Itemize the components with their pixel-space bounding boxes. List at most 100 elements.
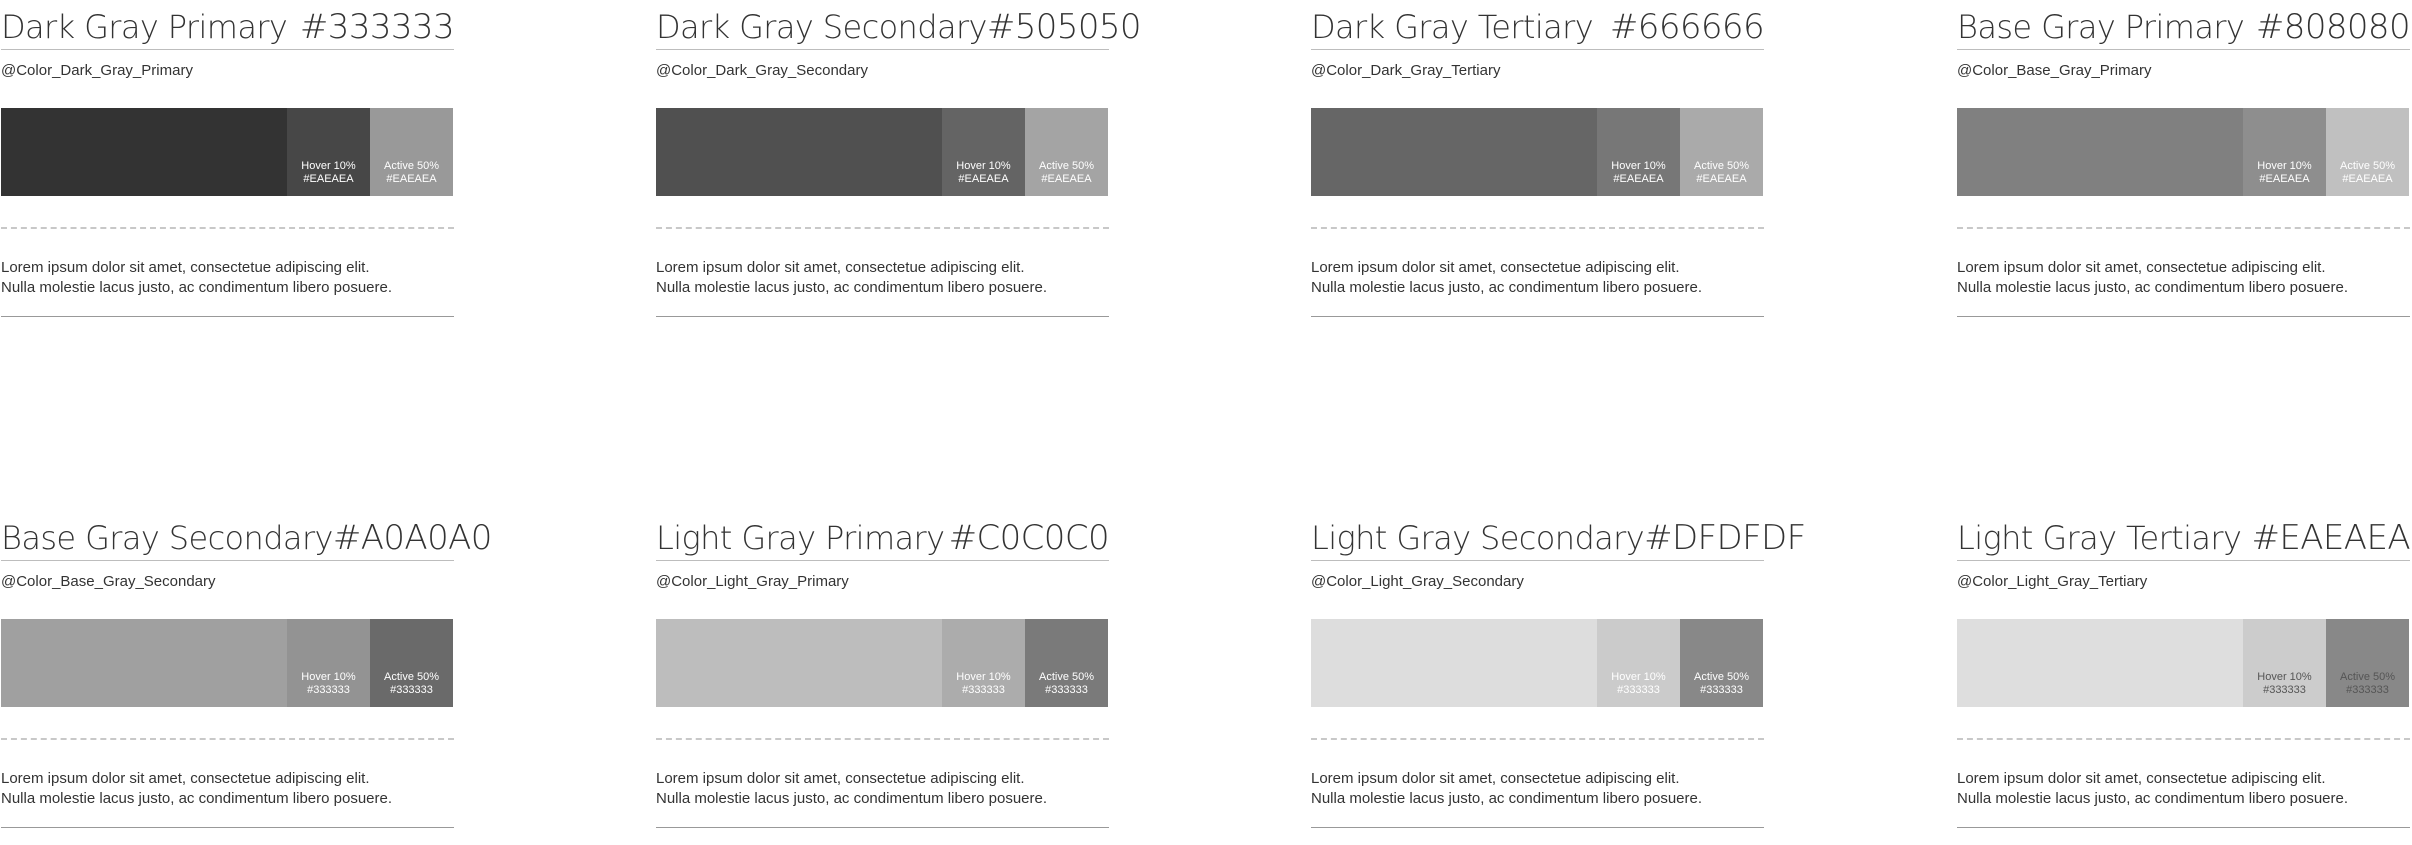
color-variable: @Color_Light_Gray_Primary bbox=[656, 573, 849, 590]
color-variable: @Color_Dark_Gray_Secondary bbox=[656, 62, 868, 79]
color-card: Base Gray Primary #808080 @Color_Base_Gr… bbox=[1957, 0, 2411, 317]
description-text: Lorem ipsum dolor sit amet, consectetue … bbox=[1957, 770, 2349, 807]
dashed-divider bbox=[1, 227, 454, 229]
color-name: Dark Gray Secondary bbox=[656, 8, 987, 46]
hover-swatch: Hover 10% #EAEAEA bbox=[2243, 108, 2326, 196]
dashed-divider bbox=[1311, 738, 1764, 740]
description-text: Lorem ipsum dolor sit amet, consectetue … bbox=[1, 259, 393, 296]
bottom-rule bbox=[1957, 827, 2410, 828]
card-header: Light Gray Secondary #DFDFDF bbox=[1311, 511, 1806, 561]
hover-label: Hover 10% #EAEAEA bbox=[301, 160, 356, 185]
color-swatch: Hover 10% #333333 Active 50% #333333 bbox=[1957, 619, 2410, 707]
hover-swatch: Hover 10% #333333 bbox=[2243, 619, 2326, 707]
bottom-rule bbox=[1, 827, 454, 828]
dashed-divider bbox=[1311, 227, 1764, 229]
card-header: Light Gray Primary #C0C0C0 bbox=[656, 511, 1110, 561]
hover-swatch: Hover 10% #333333 bbox=[1597, 619, 1680, 707]
active-label: Active 50% #333333 bbox=[1693, 671, 1750, 696]
base-swatch bbox=[1957, 108, 2243, 196]
color-variable: @Color_Light_Gray_Secondary bbox=[1311, 573, 1524, 590]
card-header: Dark Gray Tertiary #666666 bbox=[1311, 0, 1765, 50]
color-hex: #EAEAEA bbox=[2251, 518, 2410, 558]
color-hex: #666666 bbox=[1609, 7, 1765, 47]
color-swatch: Hover 10% #333333 Active 50% #333333 bbox=[656, 619, 1109, 707]
color-card: Light Gray Tertiary #EAEAEA @Color_Light… bbox=[1957, 511, 2411, 828]
hover-label: Hover 10% #333333 bbox=[301, 671, 356, 696]
hover-swatch: Hover 10% #EAEAEA bbox=[1597, 108, 1680, 196]
color-variable: @Color_Base_Gray_Secondary bbox=[1, 573, 216, 590]
bottom-rule bbox=[1, 316, 454, 317]
hover-label: Hover 10% #333333 bbox=[956, 671, 1011, 696]
hover-swatch: Hover 10% #333333 bbox=[942, 619, 1025, 707]
active-swatch: Active 50% #333333 bbox=[1680, 619, 1763, 707]
active-swatch: Active 50% #EAEAEA bbox=[370, 108, 453, 196]
color-hex: #808080 bbox=[2255, 7, 2411, 47]
active-swatch: Active 50% #EAEAEA bbox=[2326, 108, 2409, 196]
bottom-rule bbox=[1957, 316, 2410, 317]
hover-label: Hover 10% #EAEAEA bbox=[956, 160, 1011, 185]
hover-label: Hover 10% #EAEAEA bbox=[1611, 160, 1666, 185]
card-header: Dark Gray Primary #333333 bbox=[1, 0, 455, 50]
dashed-divider bbox=[1957, 227, 2410, 229]
dashed-divider bbox=[1, 738, 454, 740]
color-hex: #505050 bbox=[986, 7, 1142, 47]
hover-swatch: Hover 10% #EAEAEA bbox=[942, 108, 1025, 196]
bottom-rule bbox=[656, 827, 1109, 828]
base-swatch bbox=[656, 619, 942, 707]
active-label: Active 50% #333333 bbox=[383, 671, 440, 696]
card-header: Base Gray Secondary #A0A0A0 bbox=[1, 511, 492, 561]
color-card: Light Gray Primary #C0C0C0 @Color_Light_… bbox=[656, 511, 1110, 828]
color-card: Dark Gray Secondary #505050 @Color_Dark_… bbox=[656, 0, 1142, 317]
dashed-divider bbox=[1957, 738, 2410, 740]
color-variable: @Color_Light_Gray_Tertiary bbox=[1957, 573, 2148, 590]
card-header: Light Gray Tertiary #EAEAEA bbox=[1957, 511, 2411, 561]
color-card: Dark Gray Tertiary #666666 @Color_Dark_G… bbox=[1311, 0, 1765, 317]
card-header: Dark Gray Secondary #505050 bbox=[656, 0, 1142, 50]
hover-label: Hover 10% #333333 bbox=[2257, 671, 2312, 696]
color-name: Light Gray Primary bbox=[656, 519, 945, 557]
color-variable: @Color_Dark_Gray_Tertiary bbox=[1311, 62, 1501, 79]
color-name: Base Gray Secondary bbox=[1, 519, 333, 557]
base-swatch bbox=[1311, 108, 1597, 196]
color-swatch: Hover 10% #333333 Active 50% #333333 bbox=[1311, 619, 1764, 707]
active-label: Active 50% #EAEAEA bbox=[1038, 160, 1095, 185]
color-name: Dark Gray Tertiary bbox=[1311, 8, 1594, 46]
color-swatch: Hover 10% #EAEAEA Active 50% #EAEAEA bbox=[1957, 108, 2410, 196]
color-variable: @Color_Base_Gray_Primary bbox=[1957, 62, 2152, 79]
active-swatch: Active 50% #333333 bbox=[1025, 619, 1108, 707]
description-text: Lorem ipsum dolor sit amet, consectetue … bbox=[1, 770, 393, 807]
color-hex: #A0A0A0 bbox=[332, 518, 493, 558]
color-name: Light Gray Secondary bbox=[1311, 519, 1645, 557]
hover-label: Hover 10% #EAEAEA bbox=[2257, 160, 2312, 185]
description-text: Lorem ipsum dolor sit amet, consectetue … bbox=[1957, 259, 2349, 296]
color-hex: #333333 bbox=[299, 7, 455, 47]
color-swatch: Hover 10% #EAEAEA Active 50% #EAEAEA bbox=[1311, 108, 1764, 196]
description-text: Lorem ipsum dolor sit amet, consectetue … bbox=[656, 259, 1048, 296]
hover-label: Hover 10% #333333 bbox=[1611, 671, 1666, 696]
color-card: Light Gray Secondary #DFDFDF @Color_Ligh… bbox=[1311, 511, 1806, 828]
hover-swatch: Hover 10% #EAEAEA bbox=[287, 108, 370, 196]
base-swatch bbox=[1957, 619, 2243, 707]
color-hex: #DFDFDF bbox=[1644, 518, 1806, 558]
active-label: Active 50% #EAEAEA bbox=[2339, 160, 2396, 185]
active-swatch: Active 50% #333333 bbox=[370, 619, 453, 707]
card-header: Base Gray Primary #808080 bbox=[1957, 0, 2411, 50]
base-swatch bbox=[1311, 619, 1597, 707]
bottom-rule bbox=[1311, 827, 1764, 828]
description-text: Lorem ipsum dolor sit amet, consectetue … bbox=[656, 770, 1048, 807]
color-swatch: Hover 10% #EAEAEA Active 50% #EAEAEA bbox=[1, 108, 454, 196]
bottom-rule bbox=[656, 316, 1109, 317]
bottom-rule bbox=[1311, 316, 1764, 317]
active-swatch: Active 50% #EAEAEA bbox=[1680, 108, 1763, 196]
color-variable: @Color_Dark_Gray_Primary bbox=[1, 62, 193, 79]
base-swatch bbox=[1, 619, 287, 707]
active-label: Active 50% #EAEAEA bbox=[383, 160, 440, 185]
hover-swatch: Hover 10% #333333 bbox=[287, 619, 370, 707]
active-swatch: Active 50% #EAEAEA bbox=[1025, 108, 1108, 196]
description-text: Lorem ipsum dolor sit amet, consectetue … bbox=[1311, 770, 1703, 807]
active-label: Active 50% #333333 bbox=[2339, 671, 2396, 696]
color-name: Light Gray Tertiary bbox=[1957, 519, 2242, 557]
description-text: Lorem ipsum dolor sit amet, consectetue … bbox=[1311, 259, 1703, 296]
active-label: Active 50% #EAEAEA bbox=[1693, 160, 1750, 185]
color-card: Dark Gray Primary #333333 @Color_Dark_Gr… bbox=[1, 0, 455, 317]
